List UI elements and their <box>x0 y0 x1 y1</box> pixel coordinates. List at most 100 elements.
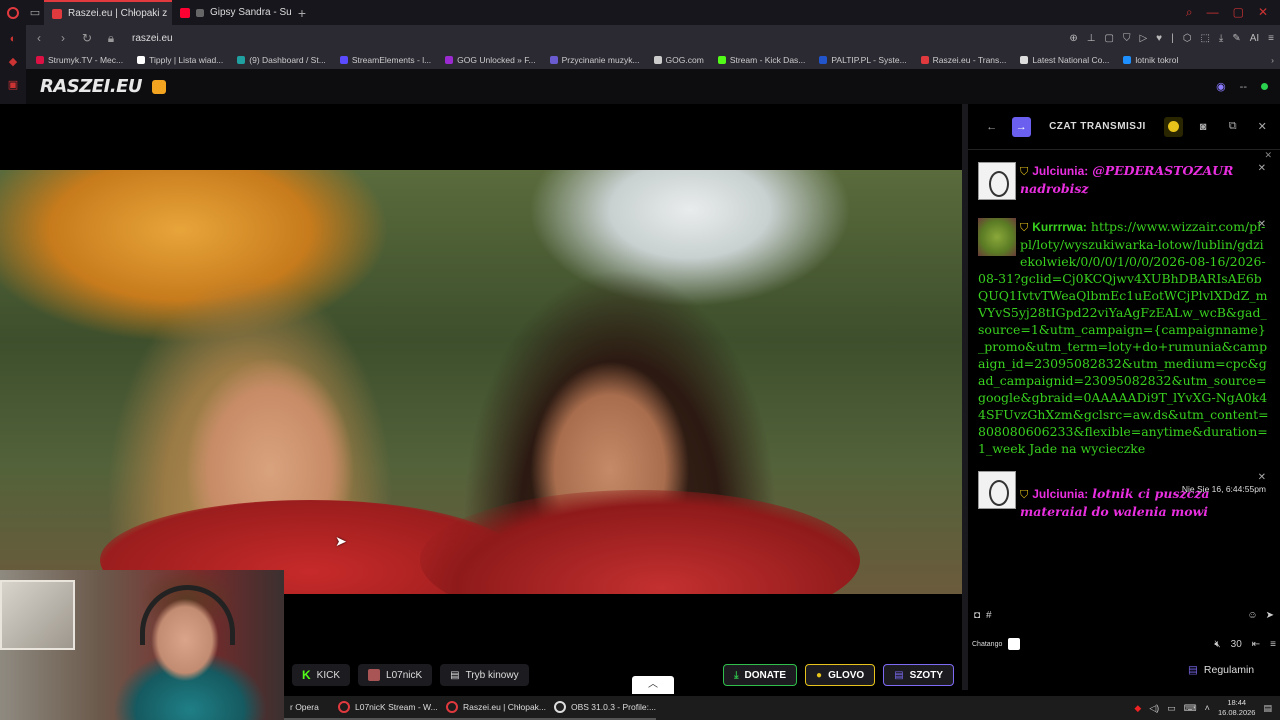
coin-icon[interactable] <box>1163 116 1184 137</box>
donate-button[interactable]: ⤓ DONATE <box>723 664 798 686</box>
user-button[interactable]: L07nicK <box>358 664 433 686</box>
video-frame[interactable]: ➤ <box>0 170 962 594</box>
taskbar-item-raszei[interactable]: Raszei.eu | Chłopak... <box>440 696 548 720</box>
chat-username[interactable]: Julciunia: <box>1032 164 1088 178</box>
chat-link[interactable]: https://www.wizzair.com/pl-pl/loty/wyszu… <box>978 219 1269 456</box>
minimize-button[interactable]: — <box>1207 5 1219 20</box>
tab-raszei[interactable]: Raszei.eu | Chłopaki z ✕ <box>44 0 172 25</box>
opera-menu-button[interactable] <box>0 0 26 25</box>
chevron-up-icon[interactable]: ˄ <box>1205 703 1210 713</box>
messenger-icon[interactable]: ◐ <box>10 33 17 45</box>
extensions-icon[interactable]: ⬡ <box>1183 33 1192 44</box>
clock-date: 16.08.2026 <box>1217 708 1256 717</box>
workspaces-icon[interactable]: ▭ <box>26 0 44 25</box>
send-icon[interactable]: ▷ <box>1139 33 1147 44</box>
bookmark-item[interactable]: lotnik tokrol <box>1123 55 1178 65</box>
bookmarks-more-icon[interactable]: › <box>1271 55 1280 65</box>
keyboard-icon[interactable]: ⌨ <box>1184 703 1197 714</box>
font-size-value[interactable]: 30 <box>1231 639 1242 650</box>
chat-title: CZAT TRANSMISJI <box>1049 121 1146 132</box>
player-icon[interactable]: ▣ <box>8 78 18 91</box>
new-tab-button[interactable]: + <box>292 5 312 21</box>
reload-button[interactable]: ↻ <box>80 31 94 45</box>
kick-label: KICK <box>316 669 341 681</box>
font-size-icon[interactable]: ⇤ <box>1252 639 1260 650</box>
szoty-icon: ▤ <box>894 669 904 681</box>
snapshot-icon[interactable]: ▢ <box>1105 33 1114 44</box>
network-icon[interactable]: ▭ <box>1167 703 1176 714</box>
badge-icon[interactable] <box>152 79 167 94</box>
szoty-button[interactable]: ▤ SZOTY <box>883 664 954 686</box>
ai-button[interactable]: AI <box>1250 33 1259 44</box>
wallet-icon[interactable]: ⬚ <box>1200 33 1209 44</box>
chat-back-icon[interactable]: ← <box>982 117 1002 137</box>
user-avatar[interactable] <box>978 471 1016 509</box>
speaker-icon[interactable] <box>196 8 204 17</box>
taskbar-item-stream[interactable]: L07nicK Stream - W... <box>332 696 440 720</box>
taskbar-clock[interactable]: 18:44 16.08.2026 <box>1218 698 1256 718</box>
chat-username[interactable]: Kurrrrwa: <box>1032 220 1087 234</box>
popout-icon[interactable]: ⧉ <box>1223 117 1243 137</box>
send-icon[interactable]: ➤ <box>1266 610 1274 621</box>
discord-icon[interactable]: ◙ <box>1193 117 1213 137</box>
mute-icon[interactable]: 🔇︎ <box>1214 639 1220 650</box>
speaker-icon[interactable]: ◁) <box>1149 703 1159 714</box>
taskbar-item-obs[interactable]: OBS 31.0.3 - Profile:... <box>548 696 656 720</box>
taskbar-item-opera[interactable]: r Opera <box>284 696 332 720</box>
heart-icon[interactable]: ♥ <box>1156 33 1162 44</box>
site-logo[interactable]: RASZEI.EU <box>40 76 143 97</box>
chat-dismiss-icon[interactable]: ✕ <box>968 150 1280 160</box>
zoom-icon[interactable]: ⊕ <box>1069 33 1077 44</box>
chatango-toggle[interactable] <box>1008 638 1021 650</box>
bookmark-item[interactable]: Stream - Kick Das... <box>717 55 805 65</box>
search-tabs-icon[interactable]: ⌕ <box>1186 5 1193 20</box>
window-controls: ⌕ — ▢ ✕ <box>1186 5 1280 20</box>
maximize-button[interactable]: ▢ <box>1233 5 1244 20</box>
menu-icon[interactable]: ≡ <box>1268 33 1274 44</box>
close-window-button[interactable]: ✕ <box>1258 5 1268 20</box>
user-avatar[interactable] <box>978 218 1016 256</box>
bookmark-item[interactable]: GOG.com <box>653 55 704 65</box>
scroll-up-button[interactable]: ︿ <box>632 676 674 694</box>
chat-message: ✕ Nie Sie 16, 6:44:55pm ⛉ Julciunia: lot… <box>968 469 1280 524</box>
chat-forward-icon[interactable]: → <box>1011 116 1032 137</box>
tray-app-icon[interactable]: ◆ <box>1134 703 1141 714</box>
camera-icon[interactable]: ◘ <box>974 610 980 621</box>
download-icon[interactable]: ⤓ <box>1219 33 1223 44</box>
cinema-label: Tryb kinowy <box>465 669 519 681</box>
tab-youtube[interactable]: Gipsy Sandra - Sunen <box>172 0 292 25</box>
user-avatar[interactable] <box>978 162 1016 200</box>
cinema-mode-button[interactable]: ▤ Tryb kinowy <box>440 664 529 686</box>
close-message-icon[interactable]: ✕ <box>1258 216 1266 233</box>
bookmark-item[interactable]: Tipply | Lista wiad... <box>137 55 223 65</box>
bookmark-item[interactable]: PALTIP.PL - Syste... <box>819 55 907 65</box>
back-button[interactable]: ‹ <box>32 31 46 45</box>
regulamin-link[interactable]: ▤ Regulamin <box>1188 664 1254 676</box>
close-message-icon[interactable]: ✕ <box>1258 160 1266 177</box>
os-taskbar: r Opera L07nicK Stream - W... Raszei.eu … <box>284 696 1280 720</box>
bookmark-item[interactable]: StreamElements - l... <box>339 55 431 65</box>
hashtag-button[interactable]: # <box>986 610 992 621</box>
shield-icon[interactable]: ⛉ <box>1123 33 1131 44</box>
bookmark-item[interactable]: Strumyk.TV - Mec... <box>36 55 123 65</box>
bookmark-label: Tipply | Lista wiad... <box>149 55 224 65</box>
url-field[interactable]: raszei.eu <box>132 33 173 44</box>
aria-icon[interactable]: ◆ <box>9 55 17 68</box>
bookmark-favicon-icon <box>445 56 454 64</box>
notifications-icon[interactable]: ▤ <box>1263 703 1272 714</box>
edit-icon[interactable]: ✎ <box>1232 33 1240 44</box>
pin-icon[interactable]: ⊥ <box>1087 33 1096 44</box>
chat-menu-icon[interactable]: ≡ <box>1270 639 1276 650</box>
forward-button[interactable]: › <box>56 31 70 45</box>
close-chat-icon[interactable]: ✕ <box>1252 117 1272 137</box>
bookmark-item[interactable]: (9) Dashboard / St... <box>237 55 326 65</box>
kick-button[interactable]: K KICK <box>292 664 351 686</box>
bookmark-item[interactable]: Latest National Co... <box>1020 55 1109 65</box>
glovo-button[interactable]: ● GLOVO <box>805 664 876 686</box>
bookmark-item[interactable]: Przycinanie muzyk... <box>549 55 640 65</box>
bookmark-item[interactable]: GOG Unlocked » F... <box>445 55 536 65</box>
viewer-count: -- <box>1239 80 1247 93</box>
chat-username[interactable]: Julciunia: <box>1032 487 1088 501</box>
bookmark-item[interactable]: Raszei.eu - Trans... <box>920 55 1006 65</box>
emoji-icon[interactable]: ☺ <box>1247 610 1257 621</box>
